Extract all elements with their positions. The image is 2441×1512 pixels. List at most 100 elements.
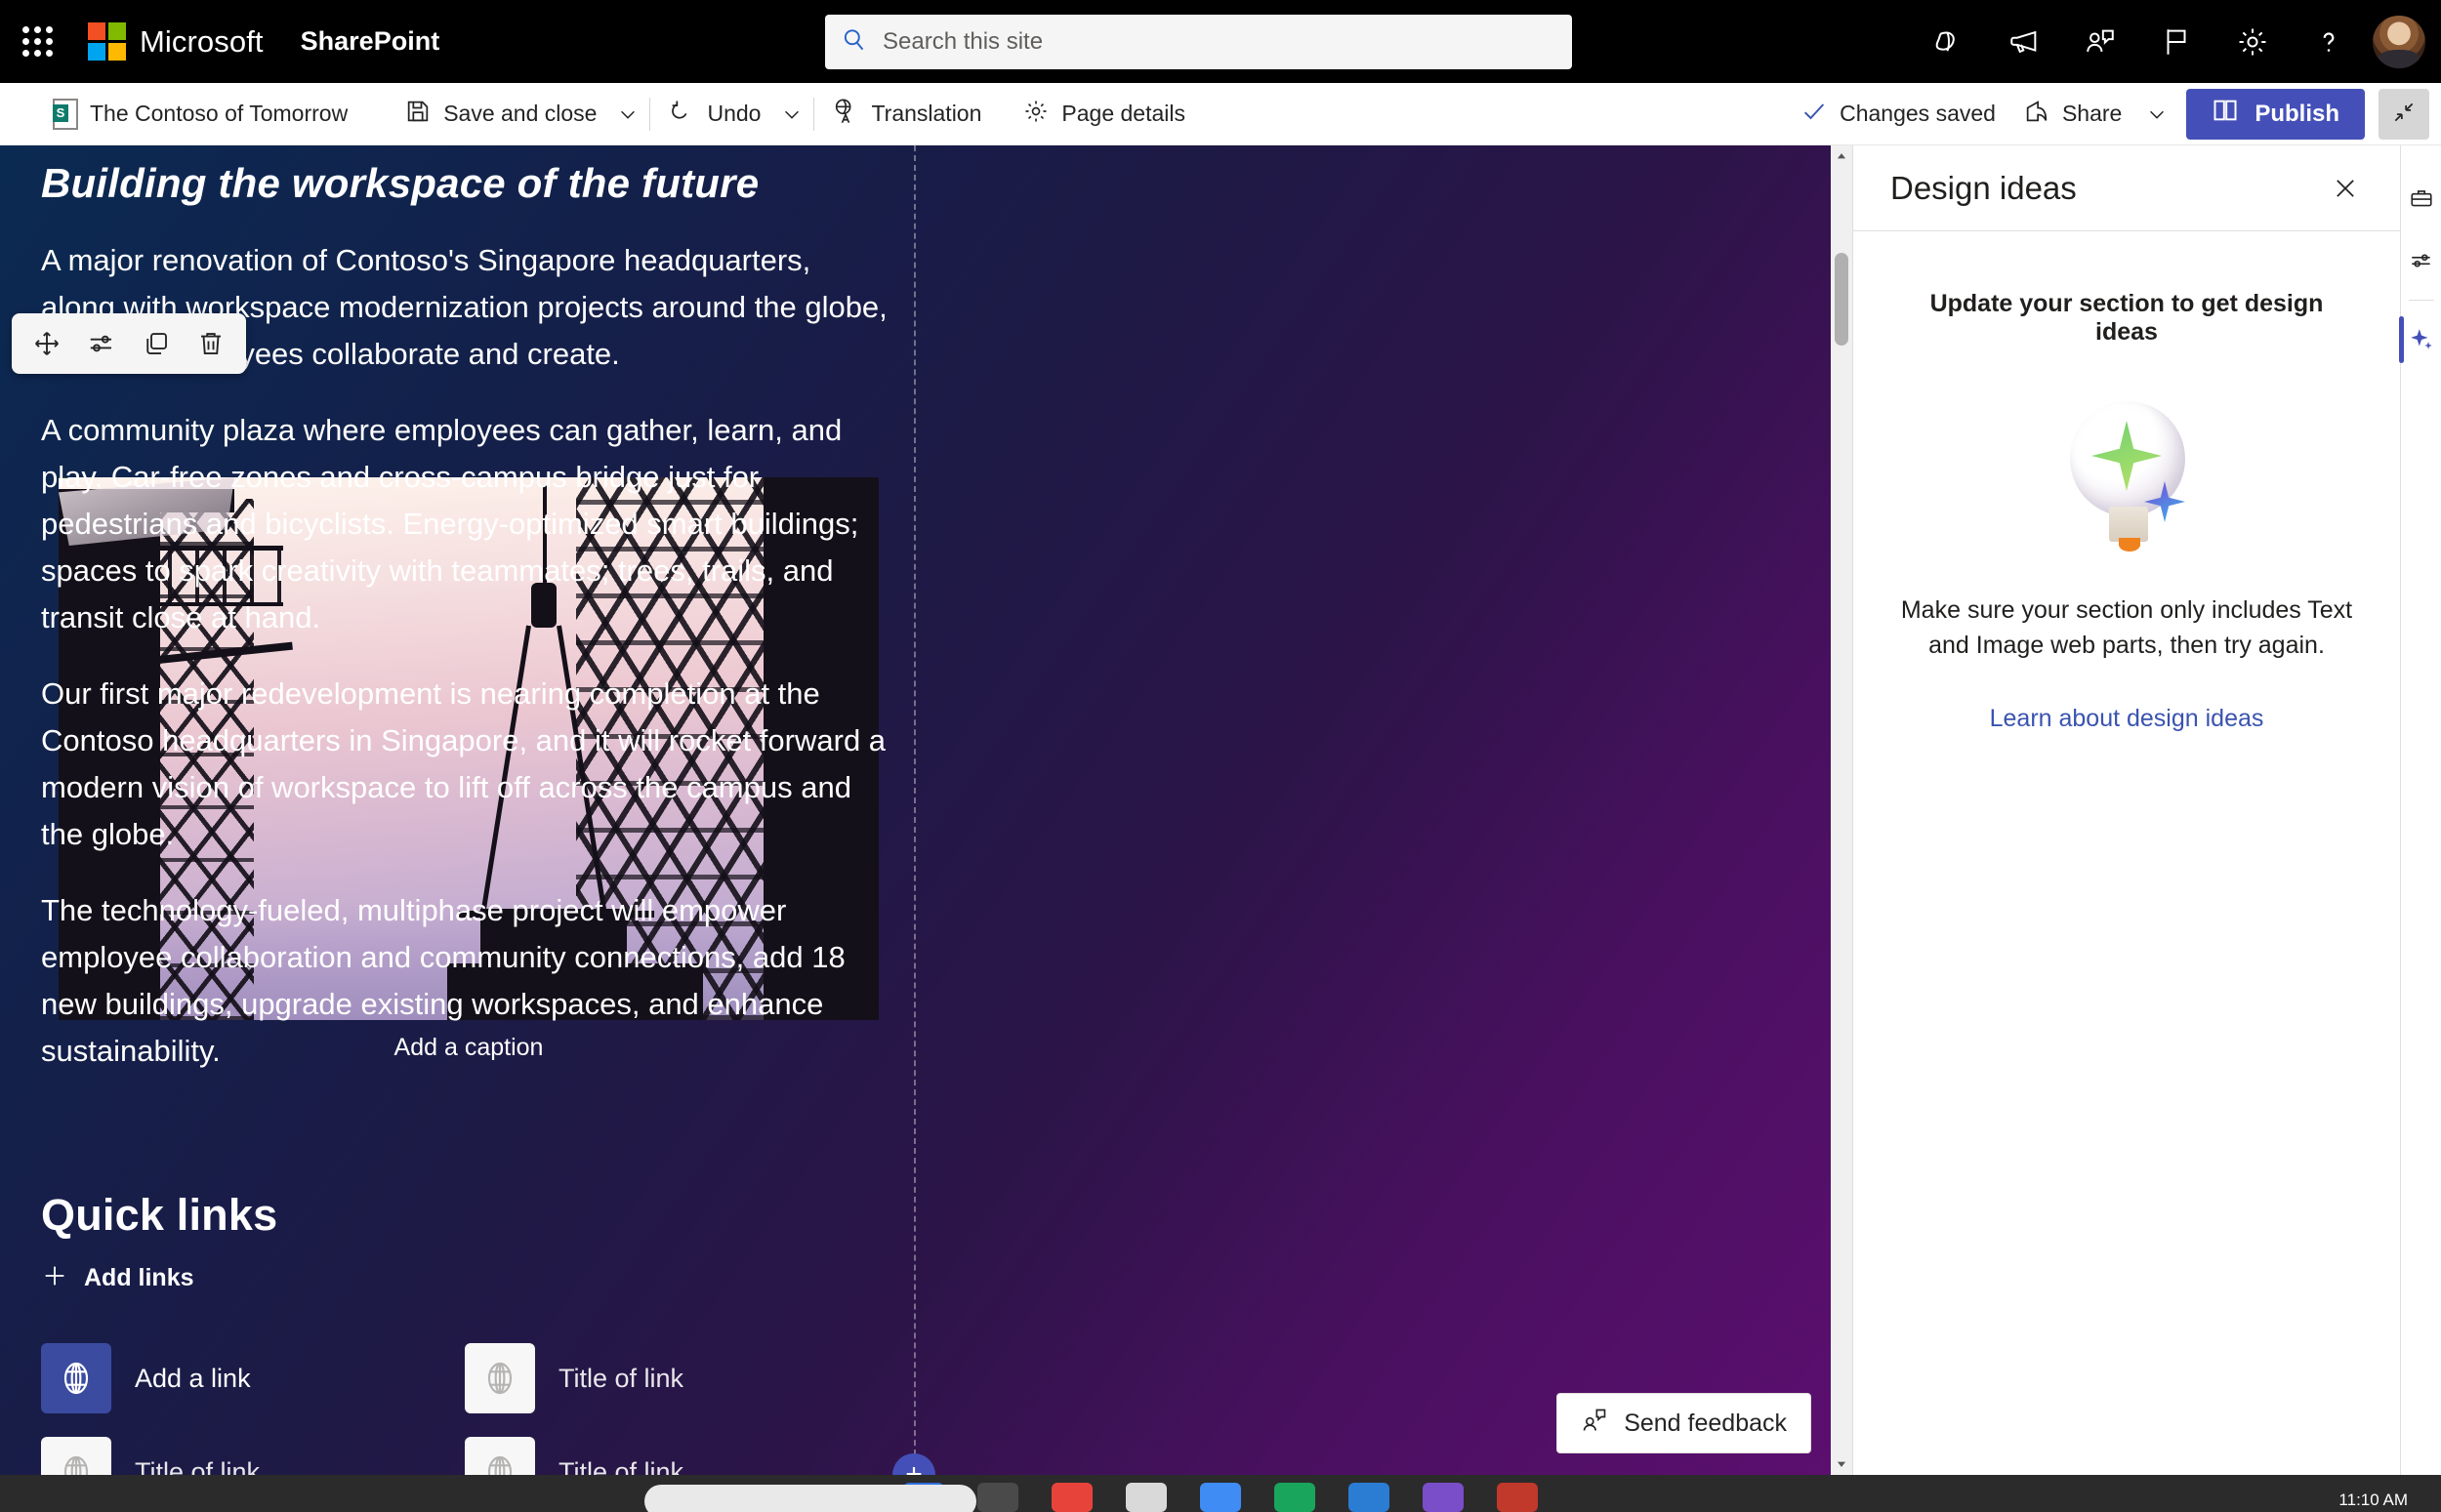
quick-links-title: Quick links: [41, 1190, 278, 1241]
design-ideas-panel: Design ideas Update your section to get …: [1852, 145, 2400, 1475]
taskbar-app-2[interactable]: [977, 1483, 1018, 1512]
article-paragraph-2: A community plaza where employees can ga…: [41, 412, 859, 634]
command-divider: [649, 97, 651, 131]
trash-icon[interactable]: [186, 320, 236, 367]
share-button[interactable]: Share: [2009, 89, 2135, 140]
quick-link-item-3[interactable]: Title of link: [41, 1437, 465, 1475]
checkmark-icon: [1800, 98, 1828, 131]
page-title-button[interactable]: The Contoso of Tomorrow: [39, 89, 361, 140]
microsoft-brand-label: Microsoft: [140, 23, 264, 59]
quick-link-item-2[interactable]: Title of link: [465, 1343, 889, 1414]
search-box[interactable]: [825, 15, 1572, 69]
toolbox-icon[interactable]: [2401, 167, 2441, 229]
feedback-icon[interactable]: [2062, 0, 2138, 83]
collapse-arrows-icon: [2391, 100, 2417, 128]
sparkle-icon[interactable]: [2398, 308, 2441, 371]
move-handle-icon[interactable]: [21, 320, 72, 367]
search-icon: [841, 26, 867, 58]
globe-icon: [465, 1343, 535, 1414]
duplicate-icon[interactable]: [131, 320, 182, 367]
quick-link-label-4: Title of link: [559, 1456, 684, 1475]
search-input[interactable]: [883, 28, 1556, 56]
quick-link-item-1[interactable]: Add a link: [41, 1343, 465, 1414]
scrollbar-thumb[interactable]: [1835, 253, 1848, 346]
canvas-scrollbar[interactable]: [1831, 145, 1852, 1475]
translation-label: Translation: [871, 101, 982, 126]
copilot-icon[interactable]: [1910, 0, 1986, 83]
page-details-label: Page details: [1061, 101, 1185, 126]
command-bar-right-group: Changes saved Share Publish: [1791, 88, 2429, 140]
quick-link-label-1: Add a link: [135, 1363, 251, 1393]
taskbar-app-8[interactable]: [1423, 1483, 1464, 1512]
page-canvas: Add a caption Building the workspace of …: [0, 145, 1852, 1475]
panel-subtitle: Update your section to get design ideas: [1929, 290, 2324, 346]
edit-properties-icon[interactable]: [76, 320, 127, 367]
publish-button[interactable]: Publish: [2186, 88, 2365, 140]
translation-button[interactable]: Translation: [818, 89, 995, 140]
article-paragraph-3: Our first major redevelopment is nearing…: [41, 675, 887, 852]
taskbar-app-4[interactable]: [1126, 1483, 1167, 1512]
page-details-button[interactable]: Page details: [1009, 89, 1199, 140]
command-divider-2: [813, 97, 815, 131]
feedback-icon: [1581, 1407, 1608, 1441]
add-links-label: Add links: [84, 1264, 194, 1292]
rail-divider: [2408, 300, 2434, 301]
quick-links-grid: Add a link Title of link Title of link T…: [41, 1343, 889, 1475]
panel-title: Design ideas: [1890, 169, 2077, 206]
microsoft-logo[interactable]: Microsoft: [88, 22, 264, 61]
send-feedback-label: Send feedback: [1624, 1409, 1787, 1437]
app-launcher-button[interactable]: [8, 13, 66, 71]
scroll-down-arrow-icon[interactable]: [1831, 1453, 1852, 1475]
taskbar-app-9[interactable]: [1497, 1483, 1538, 1512]
publish-label: Publish: [2255, 100, 2339, 127]
panel-message: Make sure your section only includes Tex…: [1900, 596, 2353, 660]
panel-body: Update your section to get design ideas …: [1853, 231, 2400, 733]
taskbar-search-box[interactable]: [644, 1485, 976, 1512]
web-part-toolbar: [12, 313, 246, 374]
scroll-up-arrow-icon[interactable]: [1831, 145, 1852, 167]
globe-icon: [41, 1343, 111, 1414]
globe-icon: [41, 1437, 111, 1475]
megaphone-icon[interactable]: [1986, 0, 2062, 83]
command-bar: The Contoso of Tomorrow Save and close U…: [0, 83, 2441, 145]
taskbar-app-7[interactable]: [1348, 1483, 1389, 1512]
taskbar-app-3[interactable]: [1052, 1483, 1093, 1512]
undo-button[interactable]: Undo: [654, 89, 774, 140]
quick-link-item-4[interactable]: Title of link: [465, 1437, 889, 1475]
quick-link-label-2: Title of link: [559, 1363, 684, 1393]
globe-icon: [465, 1437, 535, 1475]
suite-icon-group: [1910, 0, 2441, 83]
article-paragraph-4: The technology-fueled, multiphase projec…: [41, 893, 846, 1069]
flag-icon[interactable]: [2138, 0, 2214, 83]
undo-icon: [668, 98, 695, 131]
undo-options-chevron-down-icon[interactable]: [774, 89, 809, 140]
sharepoint-page-icon: [53, 98, 78, 130]
taskbar-clock[interactable]: 11:10 AM: [2338, 1491, 2408, 1510]
save-icon: [404, 98, 432, 131]
suite-bar: Microsoft SharePoint: [0, 0, 2441, 83]
user-avatar[interactable]: [2373, 15, 2425, 68]
page-details-gear-icon: [1022, 98, 1050, 131]
save-options-chevron-down-icon[interactable]: [610, 89, 645, 140]
learn-about-design-ideas-link[interactable]: Learn about design ideas: [1990, 705, 2264, 733]
save-and-close-button[interactable]: Save and close: [391, 89, 610, 140]
taskbar-app-5[interactable]: [1200, 1483, 1241, 1512]
lightbulb-idea-icon: [2048, 397, 2205, 553]
column-divider: [914, 145, 916, 1475]
save-and-close-label: Save and close: [443, 101, 598, 126]
send-feedback-button[interactable]: Send feedback: [1556, 1393, 1811, 1453]
windows-taskbar: 11:10 AM: [0, 1475, 2441, 1512]
taskbar-app-6[interactable]: [1274, 1483, 1315, 1512]
quick-link-label-3: Title of link: [135, 1456, 261, 1475]
right-rail-toolbar: [2398, 145, 2441, 1475]
share-options-chevron-down-icon[interactable]: [2139, 89, 2174, 140]
sliders-icon[interactable]: [2401, 229, 2441, 292]
help-icon[interactable]: [2291, 0, 2367, 83]
microsoft-logo-icon: [88, 22, 126, 61]
collapse-ribbon-button[interactable]: [2379, 88, 2429, 140]
add-links-button[interactable]: Add links: [41, 1262, 194, 1294]
app-name-label[interactable]: SharePoint: [301, 26, 440, 57]
close-icon[interactable]: [2324, 167, 2367, 210]
gear-icon[interactable]: [2214, 0, 2291, 83]
page-title-label: The Contoso of Tomorrow: [90, 101, 349, 126]
